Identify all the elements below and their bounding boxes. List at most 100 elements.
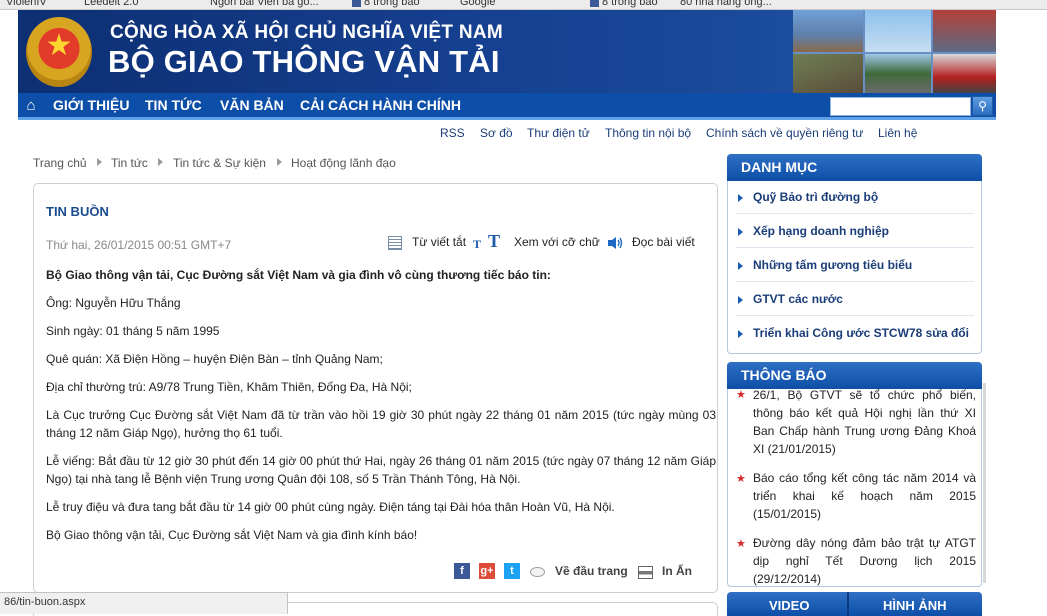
subnav-email[interactable]: Thư điện tử	[527, 126, 590, 142]
subnav-contact[interactable]: Liên hệ	[878, 126, 917, 142]
article-title: TIN BUỒN	[46, 204, 109, 219]
divider	[736, 315, 974, 316]
chevron-right-icon	[738, 228, 743, 236]
article-paragraph: Sinh ngày: 01 tháng 5 năm 1995	[46, 324, 220, 338]
breadcrumb-home[interactable]: Trang chủ	[33, 156, 87, 170]
font-decrease-icon[interactable]: T	[473, 237, 481, 252]
facebook-icon[interactable]: f	[454, 563, 470, 579]
national-emblem-icon[interactable]: ★	[26, 17, 92, 87]
media-tabs: VIDEO HÌNH ẢNH	[727, 592, 982, 616]
site-header: ★ CỘNG HÒA XÃ HỘI CHỦ NGHĨA VIỆT NAM BỘ …	[18, 10, 996, 93]
article-paragraph: Bộ Giao thông vận tải, Cục Đường sắt Việ…	[46, 268, 551, 282]
search-icon: ⚲	[978, 99, 987, 113]
bookmark-label: 8 trong bao	[364, 0, 420, 8]
divider	[736, 213, 974, 214]
category-item[interactable]: Triển khai Công ước STCW78 sửa đổi	[753, 326, 969, 340]
article-paragraph: Lễ viếng: Bắt đầu từ 12 giờ 30 phút đến …	[46, 454, 716, 486]
chevron-right-icon	[158, 158, 163, 166]
bookmark-item[interactable]: Leedelt 2.0	[84, 0, 138, 8]
speaker-icon[interactable]	[608, 237, 624, 249]
header-photo-collage	[793, 10, 996, 93]
bookmark-item[interactable]: 8 trong bao	[352, 0, 420, 8]
railway-photo	[793, 54, 863, 93]
article-paragraph: Quê quán: Xã Điện Hồng – huyện Điện Bàn …	[46, 352, 383, 366]
chevron-right-icon	[277, 158, 282, 166]
bookmark-item[interactable]: Google	[460, 0, 495, 8]
category-item[interactable]: Xếp hạng doanh nghiệp	[753, 224, 889, 238]
chevron-right-icon	[738, 262, 743, 270]
ship-photo	[933, 10, 996, 52]
breadcrumb-leadership[interactable]: Hoạt động lãnh đạo	[291, 156, 396, 170]
bookmark-item[interactable]: 8 trong bao	[590, 0, 658, 8]
nav-item-gioi-thieu[interactable]: GIỚI THIỆU	[53, 97, 130, 113]
star-icon: ★	[736, 473, 746, 485]
breadcrumb-news[interactable]: Tin tức	[111, 156, 148, 170]
browser-status-url: 86/tin-buon.aspx	[0, 592, 288, 614]
divider	[736, 247, 974, 248]
nav-item-tin-tuc[interactable]: TIN TỨC	[145, 97, 202, 113]
back-to-top-link[interactable]: Về đầu trang	[555, 564, 628, 578]
subnav-internal[interactable]: Thông tin nội bộ	[605, 126, 691, 142]
header-ministry-name[interactable]: BỘ GIAO THÔNG VẬN TẢI	[108, 44, 500, 80]
bookmark-item[interactable]: 80 nha hang ong...	[680, 0, 772, 8]
tab-images[interactable]: HÌNH ẢNH	[883, 598, 947, 613]
article-paragraph: Là Cục trưởng Cục Đường sắt Việt Nam đã …	[46, 408, 716, 440]
notice-item[interactable]: 26/1, Bộ GTVT sẽ tổ chức phổ biến, thông…	[753, 386, 976, 458]
facebook-icon	[590, 0, 599, 7]
chevron-right-icon	[738, 296, 743, 304]
chevron-right-icon	[97, 158, 102, 166]
font-size-label: Xem với cỡ chữ	[514, 235, 600, 249]
bookmark-item[interactable]: Ngon bai Vien ba go...	[210, 0, 319, 8]
article-paragraph: Bộ Giao thông vận tải, Cục Đường sắt Việ…	[46, 528, 418, 542]
google-plus-icon[interactable]: g+	[479, 563, 495, 579]
tab-video[interactable]: VIDEO	[769, 598, 809, 613]
article-paragraph: Lễ truy điệu và đưa tang bắt đầu từ 14 g…	[46, 500, 615, 514]
article-paragraph: Địa chỉ thường trú: A9/78 Trung Tiền, Kh…	[46, 380, 412, 394]
subnav-rss[interactable]: RSS	[440, 126, 465, 142]
chevron-right-icon	[738, 194, 743, 202]
font-increase-icon[interactable]: T	[488, 231, 500, 252]
header-country-name: CỘNG HÒA XÃ HỘI CHỦ NGHĨA VIỆT NAM	[110, 22, 504, 43]
search-input[interactable]	[830, 97, 971, 116]
star-icon: ★	[736, 538, 746, 550]
port-photo	[793, 10, 863, 52]
print-link[interactable]: In Ấn	[662, 564, 692, 578]
tab-divider	[847, 592, 849, 616]
star-icon: ★	[736, 389, 746, 401]
category-item[interactable]: Quỹ Bảo trì đường bộ	[753, 190, 878, 204]
airplane-photo	[865, 10, 931, 52]
categories-header: DANH MỤC	[727, 154, 982, 181]
twitter-icon[interactable]: t	[504, 563, 520, 579]
subnav-sitemap[interactable]: Sơ đồ	[480, 126, 513, 142]
categories-title: DANH MỤC	[741, 159, 818, 175]
search-button[interactable]: ⚲	[972, 96, 993, 116]
glossary-link[interactable]: Từ viết tắt	[412, 235, 466, 249]
chevron-right-icon	[738, 330, 743, 338]
facebook-icon	[352, 0, 361, 7]
nav-item-van-ban[interactable]: VĂN BẢN	[220, 97, 284, 113]
glossary-icon[interactable]	[388, 236, 402, 250]
bookmark-item[interactable]: ViolenIV	[6, 0, 47, 8]
nav-item-cai-cach[interactable]: CẢI CÁCH HÀNH CHÍNH	[300, 97, 461, 113]
notices-scrollbar[interactable]	[983, 383, 986, 583]
article-paragraph: Ông: Nguyễn Hữu Thắng	[46, 296, 181, 310]
categories-panel	[727, 154, 982, 354]
notice-item[interactable]: Đường dây nóng đảm bảo trật tự ATGT dịp …	[753, 534, 976, 588]
category-item[interactable]: Những tấm gương tiêu biểu	[753, 258, 912, 272]
home-icon[interactable]: ⌂	[23, 98, 39, 114]
printer-icon[interactable]	[638, 566, 653, 579]
breadcrumb-events[interactable]: Tin tức & Sự kiện	[173, 156, 266, 170]
bookmarks-bar: ViolenIV Leedelt 2.0 Ngon bai Vien ba go…	[0, 0, 1047, 10]
subnav-privacy[interactable]: Chính sách về quyền riêng tư	[706, 126, 863, 142]
notice-item[interactable]: Báo cáo tổng kết công tác năm 2014 và tr…	[753, 469, 976, 523]
truck-photo	[933, 54, 996, 93]
highway-photo	[865, 54, 931, 93]
article-date: Thứ hai, 26/01/2015 00:51 GMT+7	[46, 238, 232, 252]
back-to-top-icon[interactable]	[530, 567, 545, 577]
main-nav: ⌂ GIỚI THIỆU TIN TỨC VĂN BẢN CẢI CÁCH HÀ…	[18, 93, 996, 120]
divider	[736, 281, 974, 282]
notices-header: THÔNG BÁO	[727, 362, 982, 389]
read-article-link[interactable]: Đọc bài viết	[632, 235, 695, 249]
notices-title: THÔNG BÁO	[741, 367, 827, 383]
category-item[interactable]: GTVT các nước	[753, 292, 843, 306]
